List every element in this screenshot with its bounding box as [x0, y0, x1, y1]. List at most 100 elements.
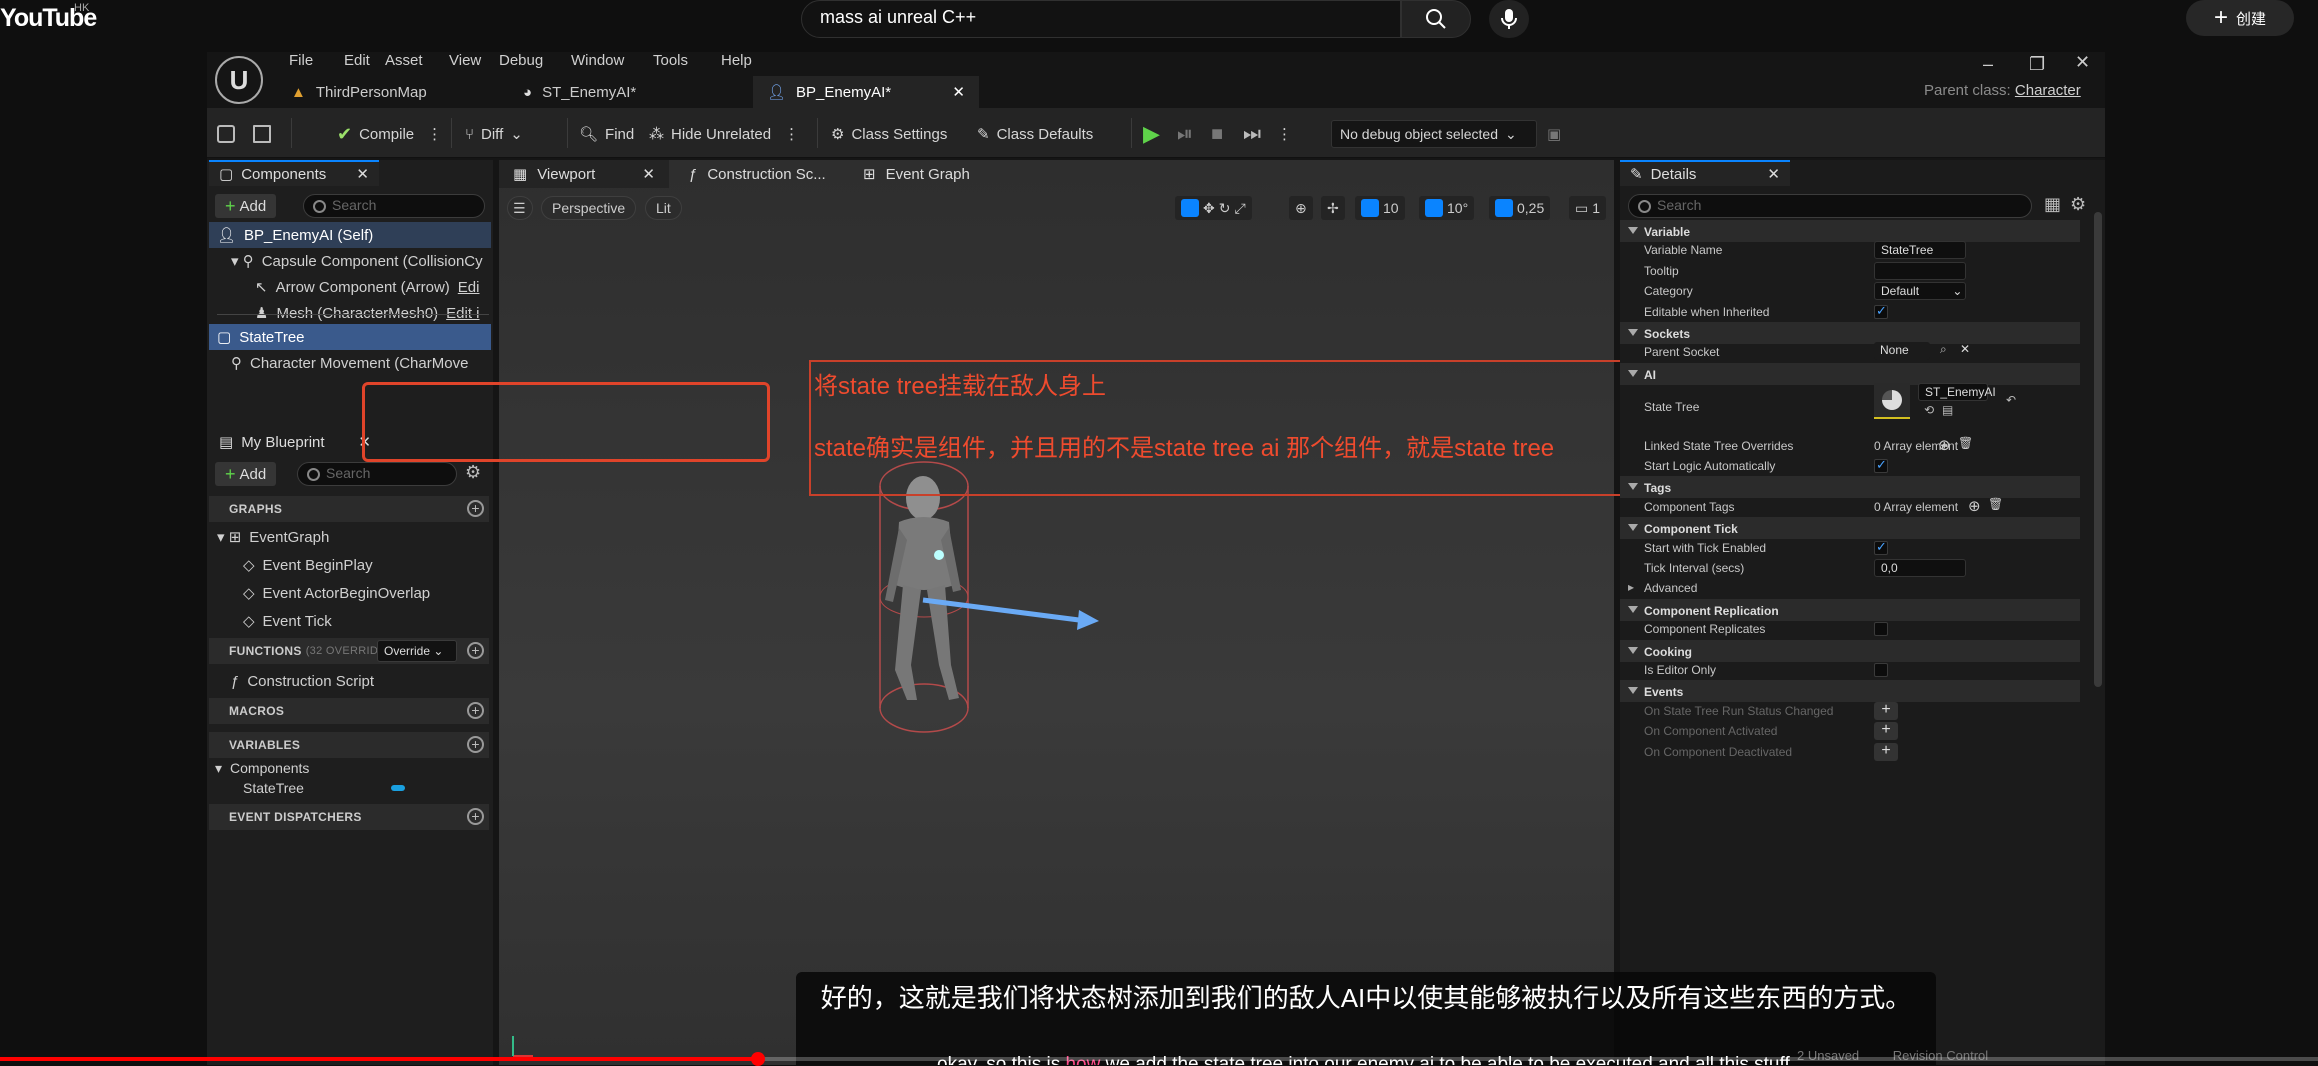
variable-item[interactable]: StateTree [243, 778, 483, 798]
tab-st_enemyai-[interactable]: ◕ ST_EnemyAI* [509, 76, 745, 108]
property-input[interactable]: StateTree [1874, 241, 1966, 260]
rotation-snap-button[interactable]: 10° [1419, 196, 1475, 220]
lit-button[interactable]: Lit [645, 196, 682, 220]
tab-bp_enemyai-[interactable]: 👤︎ BP_EnemyAI* ✕ [753, 76, 979, 108]
component-item[interactable]: ♟ Mesh (CharacterMesh0) Edit i [209, 300, 491, 326]
component-item[interactable]: 👤︎ BP_EnemyAI (Self) [209, 222, 491, 248]
menu-file[interactable]: File [289, 52, 313, 69]
event-item[interactable]: ◇ Event ActorBeginOverlap [243, 580, 483, 606]
camera-speed-button[interactable]: ▭ 1 [1569, 196, 1607, 220]
add-member-button[interactable]: + Add [215, 462, 277, 486]
add-dispatcher-icon[interactable]: + [467, 808, 484, 825]
viewport-panel[interactable]: ▦ Viewport ✕ ƒ Construction Sc... ⊞ Even… [499, 160, 1614, 1065]
video-progress-bar[interactable] [0, 1052, 2318, 1066]
component-item[interactable]: ↖ Arrow Component (Arrow) Edi [209, 274, 491, 300]
surface-snap-button[interactable]: ✢ [1321, 196, 1345, 220]
property-input[interactable]: 0,0 [1874, 559, 1966, 577]
class-defaults-button[interactable]: ✎ Class Defaults [977, 120, 1093, 148]
menu-edit[interactable]: Edit [344, 52, 370, 69]
menu-window[interactable]: Window [571, 52, 624, 69]
scale-icon[interactable]: ⤢ [1234, 200, 1245, 217]
graphs-section[interactable]: GRAPHS [209, 496, 489, 522]
details-section[interactable]: Events [1620, 680, 2080, 703]
add-function-icon[interactable]: + [467, 642, 484, 659]
trash-icon[interactable]: 🗑︎ [1958, 436, 1973, 450]
use-selected-icon[interactable]: ⟲ [1924, 403, 1934, 417]
property-checkbox[interactable] [1874, 303, 1888, 319]
add-graph-icon[interactable]: + [467, 500, 484, 517]
construction-script-item[interactable]: ƒ Construction Script [231, 668, 481, 694]
kebab-icon[interactable]: ⋮ [427, 125, 442, 143]
close-icon[interactable]: ✕ [642, 165, 655, 183]
compile-button[interactable]: ✔ Compile ⋮ [337, 120, 442, 148]
progress-scrubber[interactable] [750, 1052, 765, 1066]
browse-icon[interactable]: ▤ [1942, 403, 1953, 417]
details-section[interactable]: Tags [1620, 476, 2080, 499]
details-section[interactable]: Cooking [1620, 639, 2080, 662]
variables-section[interactable]: VARIABLES [209, 732, 489, 758]
debug-object-select[interactable]: No debug object selected ⌄ [1331, 120, 1537, 148]
details-scrollbar[interactable] [2094, 212, 2102, 687]
close-icon[interactable]: ✕ [1767, 165, 1780, 183]
add-event-button[interactable]: + [1874, 722, 1898, 741]
diff-button[interactable]: ⑂ Diff ⌄ [465, 120, 523, 148]
search-button[interactable] [1401, 0, 1471, 38]
components-search-input[interactable]: Search [303, 194, 485, 218]
browse-button[interactable] [253, 120, 271, 148]
kebab-icon[interactable]: ⋮ [784, 125, 799, 143]
menu-asset[interactable]: Asset [385, 52, 423, 69]
menu-tools[interactable]: Tools [653, 52, 688, 69]
close-window-icon[interactable]: ✕ [2075, 52, 2090, 73]
add-element-icon[interactable]: ⊕ [1968, 497, 1981, 515]
macros-section[interactable]: MACROS [209, 698, 489, 724]
property-checkbox[interactable] [1874, 622, 1888, 637]
component-item[interactable]: ⚲ Character Movement (CharMove [209, 350, 491, 376]
reset-icon[interactable]: ↶ [2006, 393, 2016, 407]
override-dropdown[interactable]: Override ⌄ [377, 640, 457, 662]
world-local-button[interactable]: ⊕ [1289, 196, 1313, 220]
add-event-button[interactable]: + [1874, 701, 1898, 720]
parent-class-link[interactable]: Character [2015, 82, 2081, 99]
tab-components[interactable]: ▢ Components ✕ [209, 160, 379, 186]
add-element-icon[interactable]: ⊕ [1938, 436, 1951, 454]
play-button[interactable]: ▶ [1143, 120, 1160, 148]
details-section[interactable]: Sockets [1620, 322, 2080, 344]
video-player[interactable]: U File Edit Asset View Debug Window Tools Help … [207, 52, 2105, 1065]
statetree-asset-dropdown[interactable]: ST_EnemyAI [1918, 383, 1996, 402]
chevron-right-icon[interactable]: ▸ [1628, 580, 1634, 594]
property-checkbox[interactable] [1874, 539, 1888, 555]
add-component-button[interactable]: + Add [215, 194, 277, 218]
tab-thirdpersonmap[interactable]: ▲ ThirdPersonMap [277, 76, 497, 108]
settings-icon[interactable]: ⚙ [465, 462, 481, 483]
create-button[interactable]: + 创建 [2186, 0, 2294, 36]
class-settings-button[interactable]: ⚙ Class Settings [831, 120, 947, 148]
component-item[interactable]: ▢ StateTree [209, 324, 491, 350]
property-checkbox[interactable] [1874, 663, 1888, 677]
tab-viewport[interactable]: ▦ Viewport ✕ [499, 160, 669, 188]
tab-my-blueprint[interactable]: ▤ My Blueprint ✕ [209, 428, 381, 454]
tab-event-graph[interactable]: ⊞ Event Graph [849, 160, 984, 188]
property-input[interactable] [1874, 261, 1966, 280]
menu-view[interactable]: View [449, 52, 481, 69]
table-view-icon[interactable]: ▦ [2044, 194, 2061, 215]
property-checkbox[interactable] [1874, 457, 1888, 473]
close-icon[interactable]: ✕ [952, 83, 965, 101]
restore-icon[interactable]: ❐ [2029, 54, 2045, 75]
details-section[interactable]: Variable [1620, 220, 2080, 242]
move-icon[interactable]: ✥ [1203, 200, 1215, 217]
statetree-thumbnail[interactable] [1874, 383, 1910, 420]
event-item[interactable]: ◇ Event BeginPlay [243, 552, 483, 578]
add-macro-icon[interactable]: + [467, 702, 484, 719]
clear-icon[interactable]: ✕ [1960, 342, 1970, 356]
settings-icon[interactable]: ⚙ [2070, 194, 2086, 215]
eject-button[interactable]: ⏭ [1243, 120, 1261, 148]
menu-help[interactable]: Help [721, 52, 752, 69]
details-section[interactable]: AI [1620, 362, 2080, 385]
my-blueprint-search-input[interactable]: Search [297, 462, 457, 486]
rotate-icon[interactable]: ↻ [1219, 200, 1231, 217]
component-item[interactable]: ▾ ⚲ Capsule Component (CollisionCy [209, 248, 491, 274]
add-variable-icon[interactable]: + [467, 736, 484, 753]
debug-browse-button[interactable]: ▣ [1547, 120, 1561, 148]
browse-icon[interactable]: ⌕ [1940, 342, 1947, 357]
trash-icon[interactable]: 🗑︎ [1988, 497, 2003, 511]
